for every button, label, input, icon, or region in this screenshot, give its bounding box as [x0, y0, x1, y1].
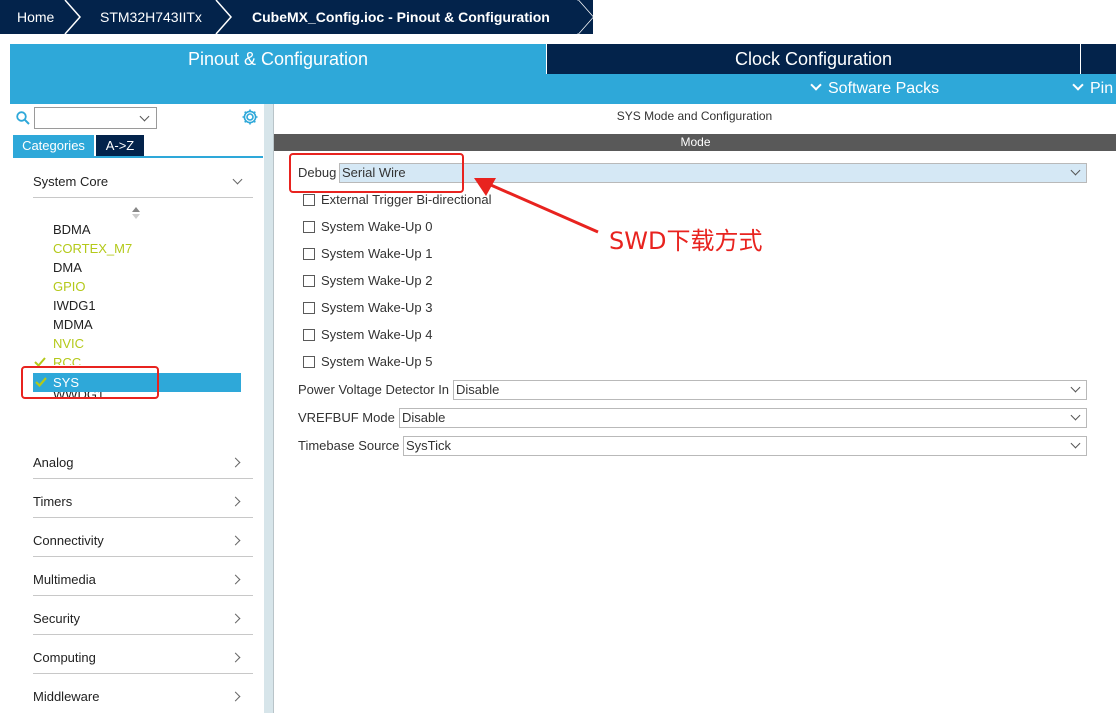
checkbox-label: System Wake-Up 4 [321, 327, 433, 342]
chevron-right-icon [230, 457, 241, 468]
peripheral-gpio[interactable]: GPIO [53, 277, 86, 296]
checkbox[interactable] [303, 194, 315, 206]
tab-categories[interactable]: Categories [13, 135, 94, 156]
divider [33, 197, 253, 198]
vrefbuf-select-value: Disable [402, 410, 446, 425]
checkbox-label: System Wake-Up 3 [321, 300, 433, 315]
section-security[interactable]: Security [33, 607, 253, 635]
section-system-core[interactable]: System Core [33, 170, 253, 198]
search-icon[interactable] [16, 111, 30, 125]
software-packs-menu[interactable]: Software Packs [810, 74, 939, 104]
checkbox[interactable] [303, 329, 315, 341]
annotation-highlight-debug [289, 153, 464, 193]
tab-clock-configuration[interactable]: Clock Configuration [547, 44, 1080, 74]
chevron-right-icon [230, 691, 241, 702]
chevron-right-icon [230, 613, 241, 624]
annotation-highlight-sys [21, 366, 159, 399]
main-tabs: Pinout & Configuration Clock Configurati… [10, 44, 1116, 74]
section-label: Connectivity [33, 533, 104, 548]
checkbox-label: System Wake-Up 0 [321, 219, 433, 234]
peripheral-nvic[interactable]: NVIC [53, 334, 84, 353]
divider [33, 634, 253, 635]
tab-more[interactable] [1081, 44, 1116, 74]
section-label: Multimedia [33, 572, 96, 587]
chevron-down-icon [232, 174, 243, 185]
pinout-menu-label: Pin [1090, 80, 1114, 97]
breadcrumb: Home STM32H743IITx CubeMX_Config.ioc - P… [0, 0, 1116, 36]
gear-icon[interactable] [241, 108, 259, 126]
breadcrumb-home[interactable]: Home [17, 0, 54, 34]
section-middleware[interactable]: Middleware [33, 685, 253, 709]
pinout-menu[interactable]: Pin [1072, 74, 1113, 104]
checkbox-label: System Wake-Up 2 [321, 273, 433, 288]
section-multimedia[interactable]: Multimedia [33, 568, 253, 596]
panel-title: SYS Mode and Configuration [616, 109, 773, 123]
tab-a-z[interactable]: A->Z [96, 135, 144, 156]
checkbox-label: System Wake-Up 5 [321, 354, 433, 369]
section-label: Computing [33, 650, 96, 665]
checkbox[interactable] [303, 275, 315, 287]
vrefbuf-select[interactable]: Disable [399, 408, 1087, 428]
chevron-down-icon [810, 79, 822, 91]
checkbox-label: System Wake-Up 1 [321, 246, 433, 261]
chevron-right-icon [230, 496, 241, 507]
annotation-arrow-icon [474, 178, 599, 234]
checkbox[interactable] [303, 221, 315, 233]
peripheral-dma[interactable]: DMA [53, 258, 82, 277]
divider [33, 556, 253, 557]
breadcrumb-file[interactable]: CubeMX_Config.ioc - Pinout & Configurati… [252, 0, 550, 34]
pvd-label: Power Voltage Detector In [298, 382, 450, 397]
timebase-label: Timebase Source [298, 438, 400, 453]
category-tabs-underline [13, 156, 263, 158]
chevron-down-icon [1070, 382, 1081, 393]
timebase-select[interactable]: SysTick [403, 436, 1087, 456]
section-label: Middleware [33, 689, 100, 704]
peripheral-mdma[interactable]: MDMA [53, 315, 93, 334]
categories-panel: Categories A->Z System Core BDMA CORTEX_… [10, 104, 264, 713]
chevron-right-icon [230, 574, 241, 585]
peripheral-cortex-m7[interactable]: CORTEX_M7 [53, 239, 132, 258]
sub-toolbar: Software Packs Pin [10, 74, 1116, 104]
chevron-right-icon [230, 535, 241, 546]
section-timers[interactable]: Timers [33, 490, 253, 518]
peripheral-rcc[interactable]: RCC [53, 353, 81, 365]
divider [33, 478, 253, 479]
chevron-down-icon [1072, 79, 1084, 91]
sys-configuration-panel: SYS Mode and Configuration Mode Debug Se… [273, 104, 1116, 713]
breadcrumb-device[interactable]: STM32H743IITx [100, 0, 202, 34]
section-analog[interactable]: Analog [33, 451, 253, 479]
peripheral-iwdg1[interactable]: IWDG1 [53, 296, 96, 315]
mode-header: Mode [274, 134, 1116, 151]
pvd-select[interactable]: Disable [453, 380, 1087, 400]
chevron-down-icon [1070, 438, 1081, 449]
peripheral-bdma[interactable]: BDMA [53, 220, 91, 239]
pvd-select-value: Disable [456, 382, 500, 397]
search-input[interactable] [34, 107, 157, 129]
annotation-label: SWD下载方式 [609, 227, 763, 255]
section-label: Analog [33, 455, 74, 470]
sort-icon[interactable] [131, 206, 141, 220]
timebase-select-value: SysTick [406, 438, 452, 453]
chevron-down-icon [1070, 165, 1081, 176]
vrefbuf-label: VREFBUF Mode [298, 410, 395, 425]
divider [33, 673, 253, 674]
divider [33, 595, 253, 596]
section-label: Timers [33, 494, 73, 509]
software-packs-label: Software Packs [828, 80, 940, 97]
section-label: System Core [33, 174, 109, 189]
chevron-down-icon [1070, 410, 1081, 421]
section-label: Security [33, 611, 80, 626]
checkbox[interactable] [303, 356, 315, 368]
checkbox[interactable] [303, 248, 315, 260]
divider [33, 517, 253, 518]
chevron-right-icon [230, 652, 241, 663]
checkbox-label: External Trigger Bi-directional [321, 192, 492, 207]
section-computing[interactable]: Computing [33, 646, 253, 674]
checkbox[interactable] [303, 302, 315, 314]
tab-pinout-configuration[interactable]: Pinout & Configuration [10, 44, 546, 74]
panel-splitter[interactable] [264, 104, 273, 713]
section-connectivity[interactable]: Connectivity [33, 529, 253, 557]
